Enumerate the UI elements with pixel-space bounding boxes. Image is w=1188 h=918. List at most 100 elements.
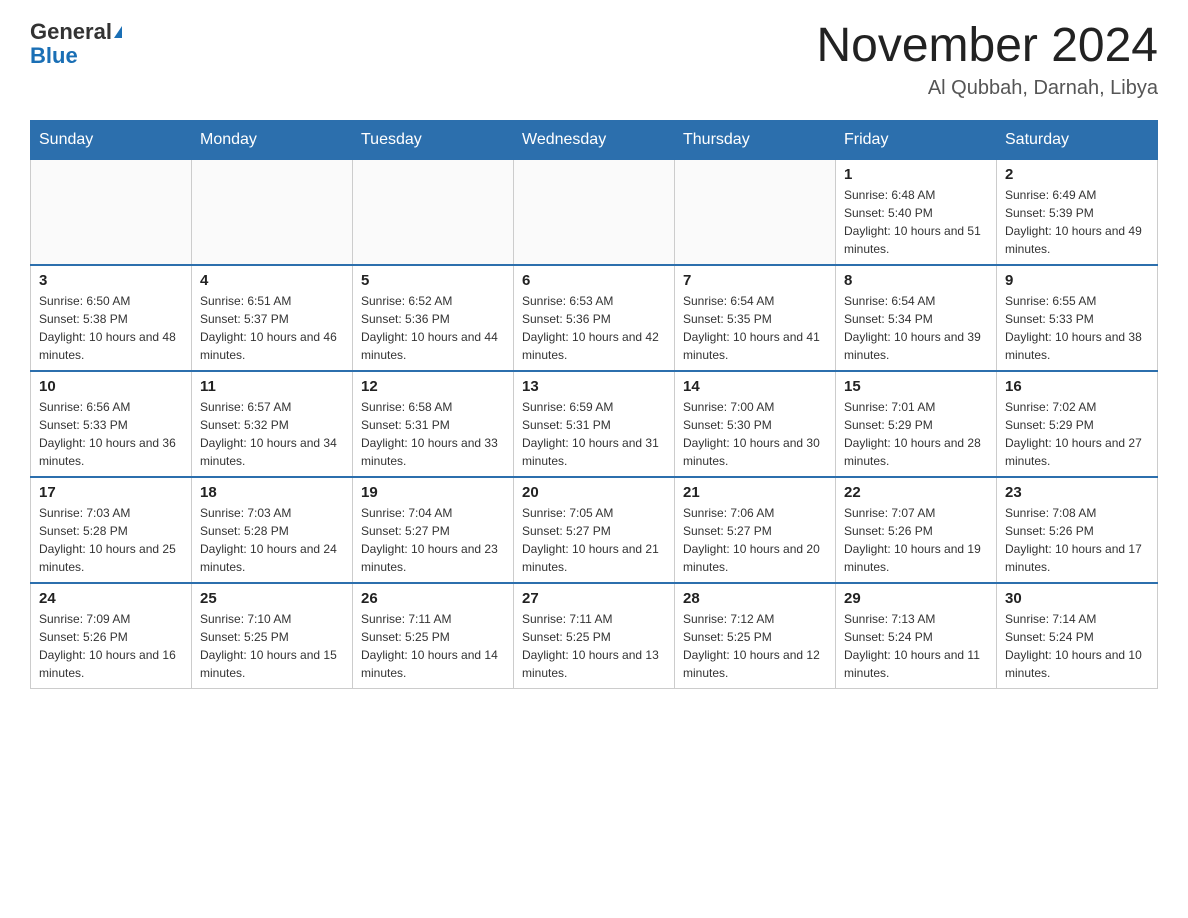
calendar-cell: 2 Sunrise: 6:49 AMSunset: 5:39 PMDaylight… [997,159,1158,265]
calendar-cell: 5 Sunrise: 6:52 AMSunset: 5:36 PMDaylight… [353,265,514,371]
day-number: 18 [200,484,344,501]
day-header-saturday: Saturday [997,120,1158,159]
day-number: 22 [844,484,988,501]
calendar-week-1: 3 Sunrise: 6:50 AMSunset: 5:38 PMDaylight… [31,265,1158,371]
calendar-week-2: 10 Sunrise: 6:56 AMSunset: 5:33 PMDayligh… [31,371,1158,477]
day-number: 15 [844,378,988,395]
day-number: 27 [522,590,666,607]
day-info: Sunrise: 6:49 AMSunset: 5:39 PMDaylight:… [1005,186,1149,258]
day-info: Sunrise: 7:02 AMSunset: 5:29 PMDaylight:… [1005,398,1149,470]
day-info: Sunrise: 7:08 AMSunset: 5:26 PMDaylight:… [1005,504,1149,576]
calendar-cell: 13Sunrise: 6:59 AMSunset: 5:31 PMDayligh… [514,371,675,477]
day-info: Sunrise: 7:03 AMSunset: 5:28 PMDaylight:… [39,504,183,576]
logo-blue-text: Blue [30,43,78,68]
calendar-cell: 6 Sunrise: 6:53 AMSunset: 5:36 PMDaylight… [514,265,675,371]
day-number: 21 [683,484,827,501]
day-info: Sunrise: 7:06 AMSunset: 5:27 PMDaylight:… [683,504,827,576]
calendar-cell: 20 Sunrise: 7:05 AMSunset: 5:27 PMDayligh… [514,477,675,583]
logo-triangle-icon [114,26,122,38]
calendar-cell: 29 Sunrise: 7:13 AMSunset: 5:24 PMDayligh… [836,583,997,689]
day-info: Sunrise: 6:51 AMSunset: 5:37 PMDaylight:… [200,292,344,364]
day-info: Sunrise: 6:58 AMSunset: 5:31 PMDaylight:… [361,398,505,470]
calendar-cell: 3 Sunrise: 6:50 AMSunset: 5:38 PMDaylight… [31,265,192,371]
calendar-cell: 19Sunrise: 7:04 AMSunset: 5:27 PMDayligh… [353,477,514,583]
day-info: Sunrise: 6:59 AMSunset: 5:31 PMDaylight:… [522,398,666,470]
day-info: Sunrise: 6:52 AMSunset: 5:36 PMDaylight:… [361,292,505,364]
day-info: Sunrise: 6:54 AMSunset: 5:35 PMDaylight:… [683,292,827,364]
day-info: Sunrise: 7:11 AMSunset: 5:25 PMDaylight:… [522,610,666,682]
calendar-cell: 18 Sunrise: 7:03 AMSunset: 5:28 PMDayligh… [192,477,353,583]
day-number: 5 [361,272,505,289]
day-info: Sunrise: 6:54 AMSunset: 5:34 PMDaylight:… [844,292,988,364]
day-info: Sunrise: 6:53 AMSunset: 5:36 PMDaylight:… [522,292,666,364]
day-number: 1 [844,166,988,183]
calendar-table: SundayMondayTuesdayWednesdayThursdayFrid… [30,120,1158,689]
day-info: Sunrise: 6:56 AMSunset: 5:33 PMDaylight:… [39,398,183,470]
calendar-week-0: 1 Sunrise: 6:48 AMSunset: 5:40 PMDaylight… [31,159,1158,265]
day-number: 25 [200,590,344,607]
day-header-sunday: Sunday [31,120,192,159]
day-number: 16 [1005,378,1149,395]
calendar-cell: 17 Sunrise: 7:03 AMSunset: 5:28 PMDayligh… [31,477,192,583]
calendar-cell [514,159,675,265]
day-number: 17 [39,484,183,501]
calendar-cell: 26 Sunrise: 7:11 AMSunset: 5:25 PMDayligh… [353,583,514,689]
calendar-header-row: SundayMondayTuesdayWednesdayThursdayFrid… [31,120,1158,159]
calendar-cell: 15Sunrise: 7:01 AMSunset: 5:29 PMDayligh… [836,371,997,477]
day-header-friday: Friday [836,120,997,159]
calendar-cell [192,159,353,265]
calendar-cell: 9Sunrise: 6:55 AMSunset: 5:33 PMDaylight… [997,265,1158,371]
calendar-cell: 1 Sunrise: 6:48 AMSunset: 5:40 PMDaylight… [836,159,997,265]
day-info: Sunrise: 7:09 AMSunset: 5:26 PMDaylight:… [39,610,183,682]
calendar-cell: 21 Sunrise: 7:06 AMSunset: 5:27 PMDayligh… [675,477,836,583]
day-number: 11 [200,378,344,395]
calendar-cell: 27 Sunrise: 7:11 AMSunset: 5:25 PMDayligh… [514,583,675,689]
day-info: Sunrise: 7:11 AMSunset: 5:25 PMDaylight:… [361,610,505,682]
page-header: General Blue November 2024 Al Qubbah, Da… [30,20,1158,100]
day-number: 3 [39,272,183,289]
day-info: Sunrise: 6:50 AMSunset: 5:38 PMDaylight:… [39,292,183,364]
day-number: 4 [200,272,344,289]
logo: General Blue [30,20,122,68]
day-number: 30 [1005,590,1149,607]
calendar-cell: 22 Sunrise: 7:07 AMSunset: 5:26 PMDayligh… [836,477,997,583]
day-info: Sunrise: 7:13 AMSunset: 5:24 PMDaylight:… [844,610,988,682]
day-number: 24 [39,590,183,607]
calendar-cell: 14Sunrise: 7:00 AMSunset: 5:30 PMDayligh… [675,371,836,477]
day-info: Sunrise: 6:55 AMSunset: 5:33 PMDaylight:… [1005,292,1149,364]
day-number: 7 [683,272,827,289]
calendar-cell: 7 Sunrise: 6:54 AMSunset: 5:35 PMDaylight… [675,265,836,371]
calendar-cell: 24 Sunrise: 7:09 AMSunset: 5:26 PMDayligh… [31,583,192,689]
calendar-cell: 25 Sunrise: 7:10 AMSunset: 5:25 PMDayligh… [192,583,353,689]
day-info: Sunrise: 7:07 AMSunset: 5:26 PMDaylight:… [844,504,988,576]
calendar-week-4: 24 Sunrise: 7:09 AMSunset: 5:26 PMDayligh… [31,583,1158,689]
day-info: Sunrise: 6:48 AMSunset: 5:40 PMDaylight:… [844,186,988,258]
day-number: 8 [844,272,988,289]
calendar-cell: 8 Sunrise: 6:54 AMSunset: 5:34 PMDaylight… [836,265,997,371]
calendar-cell: 30 Sunrise: 7:14 AMSunset: 5:24 PMDayligh… [997,583,1158,689]
day-number: 20 [522,484,666,501]
day-number: 12 [361,378,505,395]
calendar-cell: 23 Sunrise: 7:08 AMSunset: 5:26 PMDayligh… [997,477,1158,583]
location-text: Al Qubbah, Darnah, Libya [816,77,1158,100]
day-header-tuesday: Tuesday [353,120,514,159]
day-number: 28 [683,590,827,607]
day-info: Sunrise: 6:57 AMSunset: 5:32 PMDaylight:… [200,398,344,470]
day-info: Sunrise: 7:10 AMSunset: 5:25 PMDaylight:… [200,610,344,682]
day-info: Sunrise: 7:03 AMSunset: 5:28 PMDaylight:… [200,504,344,576]
day-number: 2 [1005,166,1149,183]
calendar-cell [353,159,514,265]
day-info: Sunrise: 7:14 AMSunset: 5:24 PMDaylight:… [1005,610,1149,682]
day-number: 26 [361,590,505,607]
calendar-cell: 28Sunrise: 7:12 AMSunset: 5:25 PMDayligh… [675,583,836,689]
day-info: Sunrise: 7:05 AMSunset: 5:27 PMDaylight:… [522,504,666,576]
day-header-monday: Monday [192,120,353,159]
day-number: 29 [844,590,988,607]
day-number: 6 [522,272,666,289]
title-area: November 2024 Al Qubbah, Darnah, Libya [816,20,1158,100]
calendar-cell: 12 Sunrise: 6:58 AMSunset: 5:31 PMDayligh… [353,371,514,477]
calendar-week-3: 17 Sunrise: 7:03 AMSunset: 5:28 PMDayligh… [31,477,1158,583]
day-number: 10 [39,378,183,395]
day-number: 23 [1005,484,1149,501]
day-number: 14 [683,378,827,395]
